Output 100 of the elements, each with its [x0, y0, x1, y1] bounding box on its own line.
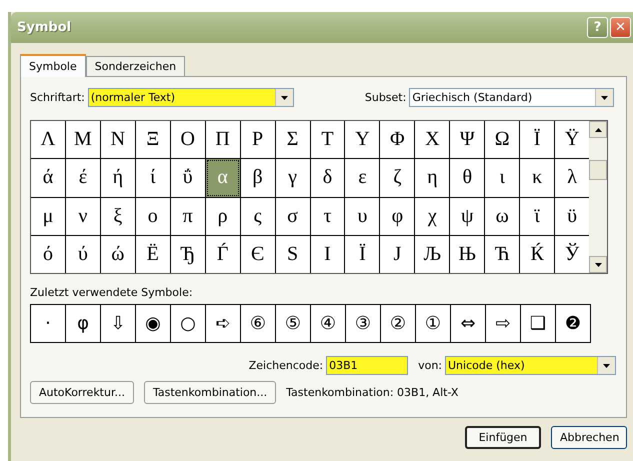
symbol-cell[interactable]: Ј [380, 236, 414, 273]
symbol-cell[interactable]: ς [240, 198, 275, 235]
symbol-cell[interactable]: ζ [380, 159, 414, 196]
symbol-cell[interactable]: θ [450, 159, 484, 196]
symbol-cell[interactable]: ύ [66, 236, 100, 273]
symbol-cell[interactable]: Љ [415, 236, 450, 273]
font-dropdown[interactable]: (normaler Text) [88, 88, 294, 107]
symbol-cell[interactable]: ρ [206, 198, 240, 235]
symbol-cell[interactable]: Ї [345, 236, 380, 273]
symbol-cell[interactable]: β [240, 159, 275, 196]
field-label: Subset: [364, 91, 406, 104]
symbol-cell[interactable]: ω [485, 198, 520, 235]
symbol-cell[interactable]: Ѓ [206, 236, 240, 273]
from-dropdown[interactable]: Unicode (hex) [445, 356, 616, 375]
symbol-cell[interactable]: ◉ [136, 305, 170, 342]
symbol-cell[interactable]: ψ [450, 198, 484, 235]
symbol-cell[interactable]: Λ [31, 121, 65, 158]
symbol-cell[interactable]: Ξ [136, 121, 170, 158]
symbol-cell[interactable]: ⇩ [101, 305, 135, 342]
symbol-cell[interactable]: χ [415, 198, 450, 235]
symbol-cell[interactable]: Ћ [485, 236, 520, 273]
tab[interactable]: Symbole [20, 54, 86, 77]
section-label: Zuletzt verwendete Symbole: [30, 286, 194, 299]
symbol-cell[interactable]: ε [345, 159, 380, 196]
insert-button[interactable]: Einfügen [465, 426, 541, 449]
scroll-thumb[interactable] [589, 160, 607, 180]
symbol-cell[interactable]: δ [310, 159, 344, 196]
symbol-cell[interactable]: ④ [311, 305, 345, 342]
symbol-cell[interactable]: ο [136, 198, 170, 235]
field-label: von: [418, 359, 442, 372]
symbol-cell[interactable]: ⑤ [276, 305, 310, 342]
symbol-cell[interactable]: ϋ [555, 198, 590, 235]
symbol-cell[interactable]: Φ [380, 121, 414, 158]
symbol-cell[interactable]: σ [276, 198, 310, 235]
symbol-cell[interactable]: γ [276, 159, 310, 196]
action-button[interactable]: AutoKorrektur... [30, 381, 134, 404]
symbol-cell[interactable]: φ [380, 198, 414, 235]
symbol-cell[interactable]: ϊ [520, 198, 554, 235]
symbol-cell[interactable]: τ [310, 198, 344, 235]
symbol-cell[interactable]: ι [485, 159, 520, 196]
symbol-cell[interactable]: έ [66, 159, 100, 196]
symbol-cell[interactable]: ➪ [206, 305, 240, 342]
symbol-cell[interactable]: ή [100, 159, 135, 196]
symbol-cell[interactable]: Њ [450, 236, 484, 273]
tab[interactable]: Sonderzeichen [86, 56, 186, 76]
symbol-cell[interactable]: Τ [310, 121, 344, 158]
symbol-cell[interactable]: ⇨ [486, 305, 520, 342]
symbol-cell[interactable]: Є [240, 236, 275, 273]
symbol-cell[interactable]: η [415, 159, 450, 196]
symbol-cell[interactable]: ΰ [170, 159, 205, 196]
symbol-cell[interactable]: ό [31, 236, 65, 273]
field-label: Schriftart: [30, 91, 85, 104]
symbol-cell[interactable]: Π [206, 121, 240, 158]
symbol-cell[interactable]: ώ [100, 236, 135, 273]
symbol-cell[interactable]: λ [555, 159, 590, 196]
symbol-cell[interactable]: І [310, 236, 344, 273]
symbol-cell[interactable]: φ [66, 305, 100, 342]
symbol-cell[interactable]: Ё [136, 236, 170, 273]
symbol-cell[interactable]: ② [381, 305, 415, 342]
symbol-cell[interactable]: υ [345, 198, 380, 235]
symbol-cell[interactable]: ❷ [556, 305, 590, 342]
symbol-cell[interactable]: Ќ [520, 236, 554, 273]
scroll-down-icon[interactable] [589, 256, 607, 273]
symbol-cell[interactable]: Σ [276, 121, 310, 158]
symbol-cell[interactable]: ❑ [521, 305, 555, 342]
symbol-cell[interactable]: Ρ [240, 121, 275, 158]
symbol-cell[interactable]: · [31, 305, 65, 342]
char-code-field[interactable]: 03B1 [326, 356, 408, 375]
symbol-cell[interactable]: Χ [415, 121, 450, 158]
symbol-cell[interactable]: π [170, 198, 205, 235]
symbol-cell[interactable]: Ψ [450, 121, 484, 158]
symbol-cell[interactable]: ⇔ [451, 305, 485, 342]
symbol-cell[interactable]: ξ [100, 198, 135, 235]
shortcut-text: Tastenkombination: 03B1, Alt-X [286, 386, 458, 399]
symbol-cell[interactable]: Ο [170, 121, 205, 158]
scrollbar[interactable] [589, 121, 607, 273]
symbol-cell[interactable]: Ѕ [276, 236, 310, 273]
symbol-cell[interactable]: ά [31, 159, 65, 196]
symbol-cell[interactable]: ⑥ [241, 305, 275, 342]
symbol-cell[interactable]: Ν [100, 121, 135, 158]
symbol-cell[interactable]: ① [416, 305, 450, 342]
symbol-cell[interactable]: Ђ [170, 236, 205, 273]
symbol-cell[interactable]: Ϊ [520, 121, 554, 158]
field-label: Zeichencode: [248, 359, 324, 372]
symbol-cell[interactable]: ί [136, 159, 170, 196]
scroll-up-icon[interactable] [589, 121, 607, 138]
symbol-cell[interactable]: Υ [345, 121, 380, 158]
cancel-button[interactable]: Abbrechen [551, 426, 627, 449]
symbol-cell[interactable]: κ [520, 159, 554, 196]
symbol-cell[interactable]: Ў [555, 236, 590, 273]
symbol-cell[interactable]: Ϋ [555, 121, 590, 158]
symbol-cell[interactable]: Μ [66, 121, 100, 158]
symbol-cell[interactable]: μ [31, 198, 65, 235]
action-button[interactable]: Tastenkombination... [144, 381, 276, 404]
symbol-cell[interactable]: ν [66, 198, 100, 235]
subset-dropdown[interactable]: Griechisch (Standard) [409, 88, 614, 107]
window-title: Symbol [17, 20, 72, 35]
symbol-cell[interactable]: Ω [485, 121, 520, 158]
symbol-cell[interactable]: ③ [346, 305, 380, 342]
symbol-cell[interactable]: ○ [171, 305, 205, 342]
